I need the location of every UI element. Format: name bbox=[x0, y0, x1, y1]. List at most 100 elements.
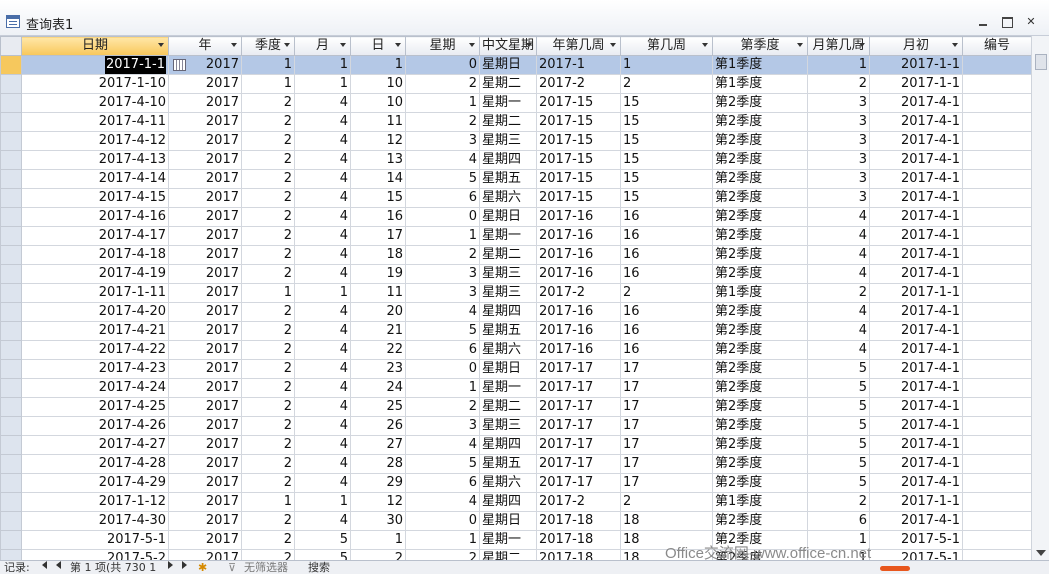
table-cell[interactable] bbox=[962, 359, 1031, 379]
table-cell[interactable]: 5 bbox=[405, 321, 480, 341]
table-cell[interactable]: 2017-16 bbox=[536, 226, 621, 246]
table-cell[interactable]: 4 bbox=[807, 264, 870, 284]
table-cell[interactable] bbox=[962, 131, 1031, 151]
table-cell[interactable]: 2017-4-18 bbox=[21, 245, 169, 265]
table-cell[interactable] bbox=[962, 454, 1031, 474]
table-cell[interactable]: 24 bbox=[350, 378, 406, 398]
table-cell[interactable]: 3 bbox=[807, 112, 870, 132]
table-cell[interactable]: 第2季度 bbox=[712, 93, 808, 113]
column-header[interactable]: 星期 bbox=[405, 36, 480, 56]
table-cell[interactable]: 0 bbox=[405, 207, 480, 227]
table-cell[interactable]: 2017-1-1 bbox=[869, 492, 963, 512]
table-cell[interactable]: 星期五 bbox=[479, 454, 537, 474]
record-selector[interactable] bbox=[0, 112, 22, 132]
table-row[interactable]: 2017-4-30 2017 2 4 30 0 星期日 2017-18 18 第2季度 6 2017-… bbox=[0, 511, 1031, 531]
table-cell[interactable]: 4 bbox=[294, 112, 351, 132]
table-cell[interactable]: 2 bbox=[241, 188, 295, 208]
table-cell[interactable]: 2017 bbox=[168, 302, 242, 322]
table-cell[interactable]: 10 bbox=[350, 74, 406, 94]
table-cell[interactable]: 2017 bbox=[168, 397, 242, 417]
table-cell[interactable]: 3 bbox=[807, 150, 870, 170]
table-cell[interactable]: 1 bbox=[350, 530, 406, 550]
table-cell[interactable]: 1 bbox=[241, 55, 295, 75]
minimize-button[interactable] bbox=[975, 15, 991, 29]
table-cell[interactable]: 2017-4-1 bbox=[869, 264, 963, 284]
table-row[interactable]: 2017-4-10 2017 2 4 10 1 星期一 2017-15 15 第2季度 3 2017-… bbox=[0, 93, 1031, 113]
table-cell[interactable]: 星期五 bbox=[479, 321, 537, 341]
table-cell[interactable]: 1 bbox=[241, 492, 295, 512]
table-cell[interactable] bbox=[962, 93, 1031, 113]
table-cell[interactable]: 1 bbox=[807, 55, 870, 75]
table-cell[interactable]: 17 bbox=[620, 454, 713, 474]
table-cell[interactable]: 2017-18 bbox=[536, 511, 621, 531]
table-cell[interactable]: 17 bbox=[350, 226, 406, 246]
table-cell[interactable]: 2017-17 bbox=[536, 397, 621, 417]
table-cell[interactable]: 2017 bbox=[168, 207, 242, 227]
table-cell[interactable]: 1 bbox=[294, 283, 351, 303]
table-cell[interactable]: 0 bbox=[405, 511, 480, 531]
table-cell[interactable]: 17 bbox=[620, 435, 713, 455]
table-cell[interactable]: 第2季度 bbox=[712, 302, 808, 322]
table-cell[interactable]: 2017-4-17 bbox=[21, 226, 169, 246]
table-cell[interactable]: 2017-2 bbox=[536, 283, 621, 303]
record-position[interactable]: 第 1 项(共 730 1 bbox=[70, 561, 156, 574]
table-cell[interactable]: 2017-1-11 bbox=[21, 283, 169, 303]
table-cell[interactable]: 2017-17 bbox=[536, 473, 621, 493]
table-cell[interactable]: 2017-16 bbox=[536, 245, 621, 265]
table-cell[interactable]: 2017-4-1 bbox=[869, 378, 963, 398]
filter-dropdown-icon[interactable] bbox=[231, 43, 237, 47]
table-row[interactable]: 2017-4-21 2017 2 4 21 5 星期五 2017-16 16 第2季度 4 2017-… bbox=[0, 321, 1031, 341]
table-cell[interactable]: 星期日 bbox=[479, 359, 537, 379]
table-cell[interactable]: 2017 bbox=[168, 530, 242, 550]
table-cell[interactable]: 5 bbox=[807, 435, 870, 455]
table-cell[interactable] bbox=[962, 226, 1031, 246]
table-cell[interactable]: 2017-16 bbox=[536, 302, 621, 322]
table-cell[interactable]: 16 bbox=[620, 264, 713, 284]
table-cell[interactable]: 2017-4-1 bbox=[869, 131, 963, 151]
table-cell[interactable]: 星期一 bbox=[479, 530, 537, 550]
column-header[interactable]: 第几周 bbox=[620, 36, 713, 56]
table-cell[interactable]: 2017-4-16 bbox=[21, 207, 169, 227]
table-cell[interactable]: 2017-1-1 bbox=[869, 55, 963, 75]
table-cell[interactable]: 2017-1 bbox=[536, 55, 621, 75]
table-cell[interactable]: 2 bbox=[241, 530, 295, 550]
column-header[interactable]: 第季度 bbox=[712, 36, 808, 56]
table-cell[interactable]: 2017-4-1 bbox=[869, 169, 963, 189]
table-cell[interactable] bbox=[962, 283, 1031, 303]
table-cell[interactable]: 2 bbox=[241, 378, 295, 398]
table-cell[interactable]: 18 bbox=[620, 511, 713, 531]
table-cell[interactable]: 29 bbox=[350, 473, 406, 493]
table-cell[interactable]: 17 bbox=[620, 416, 713, 436]
scroll-down-arrow-icon[interactable] bbox=[1036, 550, 1046, 556]
table-cell[interactable]: 第2季度 bbox=[712, 454, 808, 474]
table-cell[interactable]: 2017 bbox=[168, 511, 242, 531]
table-cell[interactable]: 2017 bbox=[168, 454, 242, 474]
table-cell[interactable]: 2017-1-1 bbox=[869, 74, 963, 94]
table-cell[interactable]: 15 bbox=[620, 169, 713, 189]
table-cell[interactable]: 第1季度 bbox=[712, 74, 808, 94]
table-cell[interactable]: 21 bbox=[350, 321, 406, 341]
filter-dropdown-icon[interactable] bbox=[526, 43, 532, 47]
table-cell[interactable]: 4 bbox=[405, 492, 480, 512]
table-cell[interactable]: 2 bbox=[620, 283, 713, 303]
table-cell[interactable]: 28 bbox=[350, 454, 406, 474]
table-cell[interactable]: 4 bbox=[294, 264, 351, 284]
table-cell[interactable]: 2 bbox=[241, 207, 295, 227]
table-cell[interactable]: 2017-4-1 bbox=[869, 302, 963, 322]
table-cell[interactable]: 第2季度 bbox=[712, 226, 808, 246]
vertical-scrollbar[interactable] bbox=[1031, 36, 1049, 560]
table-cell[interactable]: 2 bbox=[405, 245, 480, 265]
table-cell[interactable]: 2 bbox=[241, 93, 295, 113]
table-cell[interactable]: 星期四 bbox=[479, 302, 537, 322]
table-cell[interactable]: 22 bbox=[350, 340, 406, 360]
table-cell[interactable]: 2017 bbox=[168, 226, 242, 246]
record-selector[interactable] bbox=[0, 131, 22, 151]
table-cell[interactable]: 2 bbox=[405, 74, 480, 94]
table-cell[interactable]: 4 bbox=[405, 435, 480, 455]
table-cell[interactable]: 2017-16 bbox=[536, 321, 621, 341]
table-cell[interactable]: 2017-4-1 bbox=[869, 397, 963, 417]
record-selector[interactable] bbox=[0, 55, 22, 75]
record-selector[interactable] bbox=[0, 378, 22, 398]
record-selector[interactable] bbox=[0, 530, 22, 550]
table-cell[interactable]: 3 bbox=[807, 131, 870, 151]
